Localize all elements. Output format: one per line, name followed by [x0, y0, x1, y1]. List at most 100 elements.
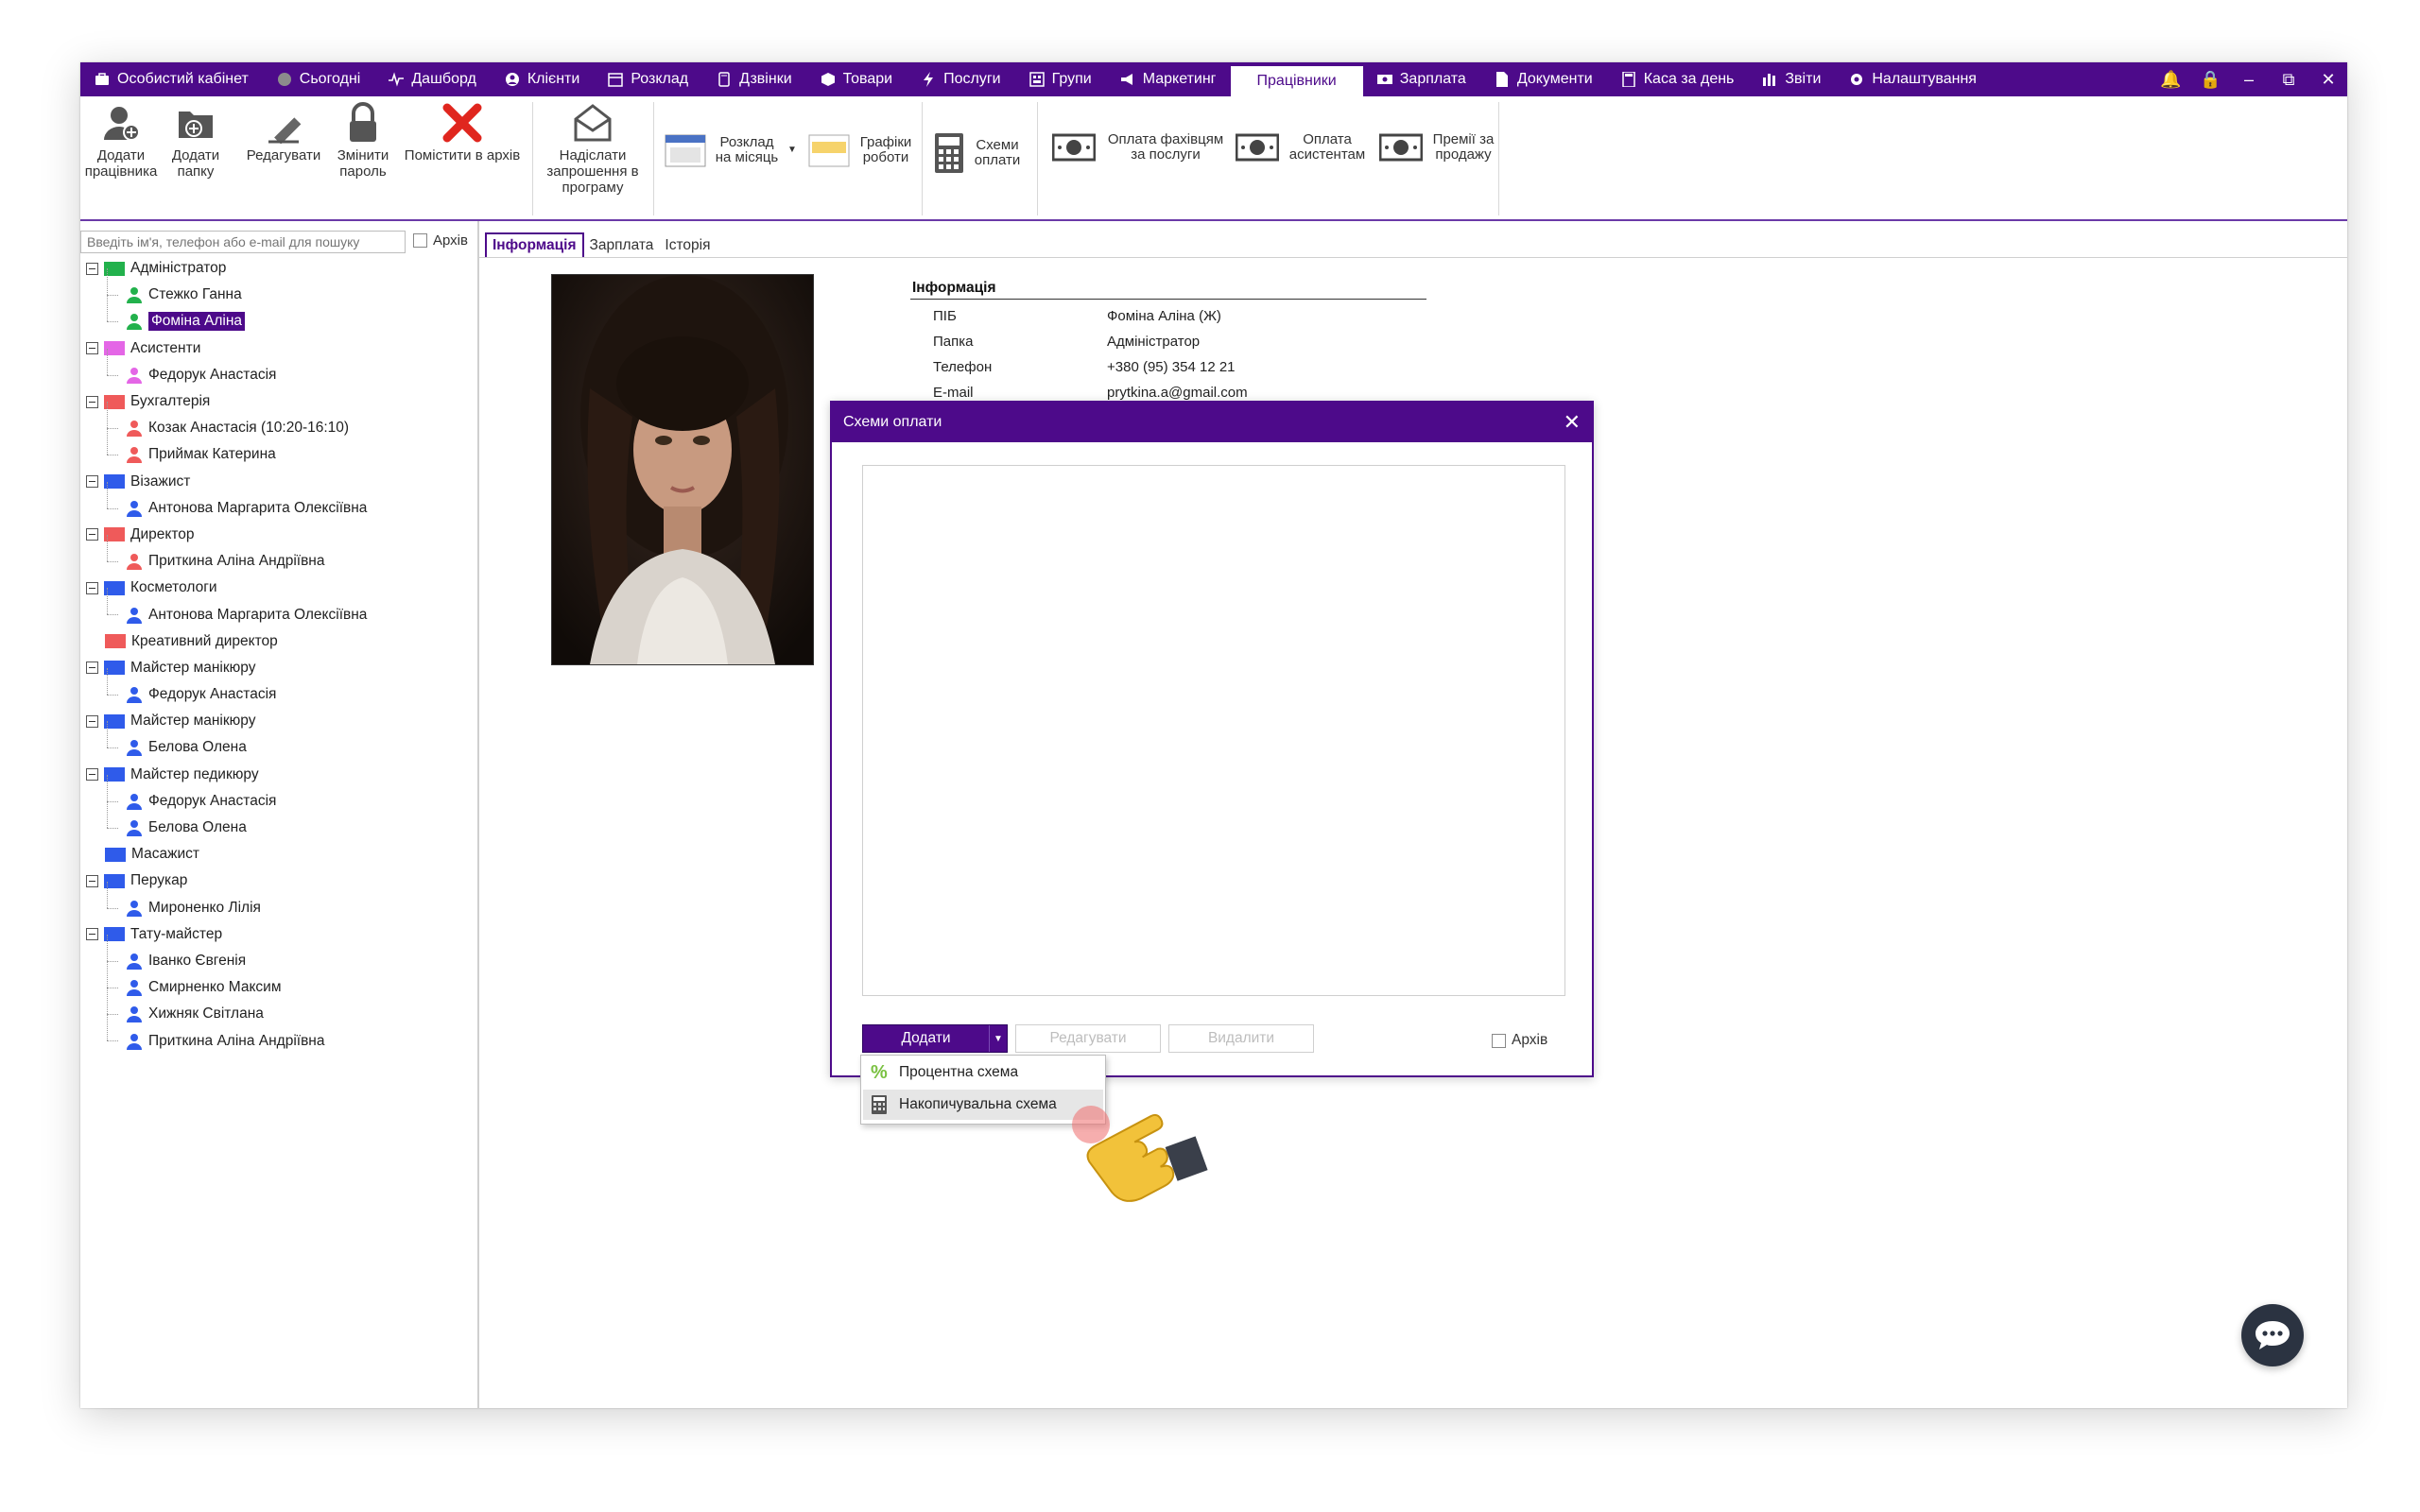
tab-salary[interactable]: Зарплата — [584, 234, 660, 257]
employee-sidebar: Архів Адміністратор Стежко Ганна Фоміна Ал… — [80, 221, 479, 1408]
tree-employee[interactable]: Федорук Анастасія — [86, 348, 474, 388]
pay-assistants-button[interactable]: Оплата асистентам — [1236, 132, 1368, 163]
tree-employee[interactable]: Белова Олена — [86, 800, 474, 841]
tree-employee[interactable]: Мироненко Лілія — [86, 881, 474, 921]
close-icon[interactable]: ✕ — [2319, 70, 2338, 90]
monthly-schedule-button[interactable]: Розклад на місяць ▼ — [665, 132, 797, 168]
tree-employee[interactable]: Смирненко Максим — [86, 961, 474, 1001]
nav-dashboard[interactable]: Дашборд — [374, 62, 491, 96]
archive-filter[interactable]: Архів — [413, 232, 468, 249]
collapse-toggle-icon[interactable] — [86, 714, 98, 728]
tree-employee[interactable]: Приймак Катерина — [86, 428, 474, 468]
tree-folder[interactable]: Асистенти — [86, 335, 474, 362]
dialog-archive-checkbox[interactable] — [1492, 1033, 1506, 1048]
nav-calls[interactable]: Дзвінки — [702, 62, 806, 96]
tab-info[interactable]: Інформація — [485, 232, 584, 257]
add-folder-button[interactable]: Додати папку — [171, 102, 220, 180]
tree-folder[interactable]: Візажист — [86, 469, 474, 495]
collapse-toggle-icon[interactable] — [86, 874, 98, 887]
tree-employee[interactable]: Фоміна Аліна — [86, 295, 474, 335]
delete-scheme-button[interactable]: Видалити — [1168, 1024, 1314, 1053]
work-schedules-button[interactable]: Графіки роботи — [808, 132, 914, 168]
tree-folder[interactable]: Майстер манікюру — [86, 655, 474, 681]
nav-reports[interactable]: Звіти — [1748, 62, 1835, 96]
tree-employee[interactable]: Федорук Анастасія — [86, 668, 474, 708]
collapse-toggle-icon[interactable] — [86, 475, 98, 489]
tree-employee[interactable]: Хижняк Світлана — [86, 988, 474, 1027]
nav-salary[interactable]: Зарплата — [1363, 62, 1480, 96]
tree-employee[interactable]: Приткина Аліна Андріївна — [86, 1014, 474, 1054]
collapse-toggle-icon[interactable] — [86, 581, 98, 594]
change-password-button[interactable]: Змінити пароль — [330, 102, 396, 180]
bell-icon[interactable]: 🔔 — [2160, 70, 2181, 90]
tree-employee[interactable]: Стежко Ганна — [86, 268, 474, 308]
nav-documents[interactable]: Документи — [1480, 62, 1607, 96]
nav-goods[interactable]: Товари — [806, 62, 907, 96]
tree-employee[interactable]: Белова Олена — [86, 721, 474, 761]
tree-folder[interactable]: Косметологи — [86, 575, 474, 601]
tree-folder[interactable]: Бухгалтерія — [86, 388, 474, 415]
dialog-close-icon[interactable]: ✕ — [1564, 410, 1581, 435]
tree-employee[interactable]: Антонова Маргарита Олексіївна — [86, 481, 474, 522]
chevron-down-icon[interactable]: ▼ — [787, 143, 797, 158]
tree-folder[interactable]: Креативний директор — [86, 628, 474, 655]
tree-item-label: Белова Олена — [148, 739, 247, 756]
tree-folder[interactable]: Майстер манікюру — [86, 708, 474, 734]
add-employee-button[interactable]: Додати працівника — [85, 102, 157, 180]
minimize-icon[interactable]: – — [2239, 70, 2258, 90]
collapse-toggle-icon[interactable] — [86, 768, 98, 782]
nav-today[interactable]: Сьогодні — [263, 62, 375, 96]
info-value: Адміністратор — [1107, 334, 1201, 350]
add-scheme-button[interactable]: Додати ▼ — [862, 1024, 1008, 1053]
sales-bonuses-button[interactable]: Премії за продажу — [1379, 132, 1496, 163]
tree-folder[interactable]: Масажист — [86, 841, 474, 868]
schemes-list[interactable] — [862, 465, 1565, 996]
person-icon — [127, 740, 142, 757]
tree-folder[interactable]: Перукар — [86, 868, 474, 894]
nav-marketing[interactable]: Маркетинг — [1106, 62, 1231, 96]
tree-connector — [107, 295, 108, 322]
dropdown-arrow-icon[interactable]: ▼ — [989, 1025, 1007, 1052]
employee-search-input[interactable] — [80, 231, 406, 253]
restore-icon[interactable]: ⧉ — [2279, 70, 2298, 90]
payment-schemes-button[interactable]: Схеми оплати — [933, 132, 1022, 174]
nav-personal-cabinet[interactable]: Особистий кабінет — [80, 62, 263, 96]
tree-folder[interactable]: Тату-майстер — [86, 921, 474, 948]
collapse-toggle-icon[interactable] — [86, 262, 98, 275]
tree-employee[interactable]: Приткина Аліна Андріївна — [86, 535, 474, 575]
tree-folder[interactable]: Адміністратор — [86, 255, 474, 282]
collapse-toggle-icon[interactable] — [86, 342, 98, 355]
tree-employee[interactable]: Козак Анастасія (10:20-16:10) — [86, 402, 474, 441]
archive-button[interactable]: Помістити в архів — [400, 102, 525, 163]
nav-settings[interactable]: Налаштування — [1835, 62, 1991, 96]
info-row-phone: Телефон +380 (95) 354 12 21 — [933, 359, 1236, 375]
archive-checkbox[interactable] — [413, 233, 427, 248]
nav-cash[interactable]: Каса за день — [1607, 62, 1749, 96]
edit-scheme-button[interactable]: Редагувати — [1015, 1024, 1161, 1053]
collapse-toggle-icon[interactable] — [86, 528, 98, 541]
person-icon — [127, 687, 142, 704]
tree-employee[interactable]: Федорук Анастасія — [86, 774, 474, 815]
tree-employee[interactable]: Іванко Євгенія — [86, 934, 474, 974]
nav-schedule[interactable]: Розклад — [594, 62, 702, 96]
nav-services[interactable]: Послуги — [907, 62, 1015, 96]
tree-folder[interactable]: Майстер педикюру — [86, 762, 474, 788]
nav-clients[interactable]: Клієнти — [491, 62, 594, 96]
collapse-toggle-icon[interactable] — [86, 662, 98, 675]
tree-folder[interactable]: Директор — [86, 522, 474, 548]
nav-groups[interactable]: Групи — [1015, 62, 1106, 96]
collapse-toggle-icon[interactable] — [86, 928, 98, 941]
add-scheme-label: Додати — [901, 1030, 951, 1046]
send-invite-button[interactable]: Надіслати запрошення в програму — [540, 102, 646, 196]
nav-employees[interactable]: Працівники — [1230, 66, 1363, 96]
lock-icon[interactable]: 🔒 — [2200, 70, 2221, 90]
pay-specialists-button[interactable]: Оплата фахівцям за послуги — [1052, 132, 1228, 163]
tree-connector — [107, 1014, 108, 1041]
dialog-archive-filter[interactable]: Архів — [1492, 1032, 1547, 1049]
edit-button[interactable]: Редагувати — [243, 102, 324, 163]
tab-history[interactable]: Історія — [659, 234, 716, 257]
tree-employee[interactable]: Антонова Маргарита Олексіївна — [86, 588, 474, 627]
collapse-toggle-icon[interactable] — [86, 395, 98, 408]
tree-connector — [107, 774, 108, 801]
chat-support-button[interactable] — [2241, 1304, 2304, 1366]
